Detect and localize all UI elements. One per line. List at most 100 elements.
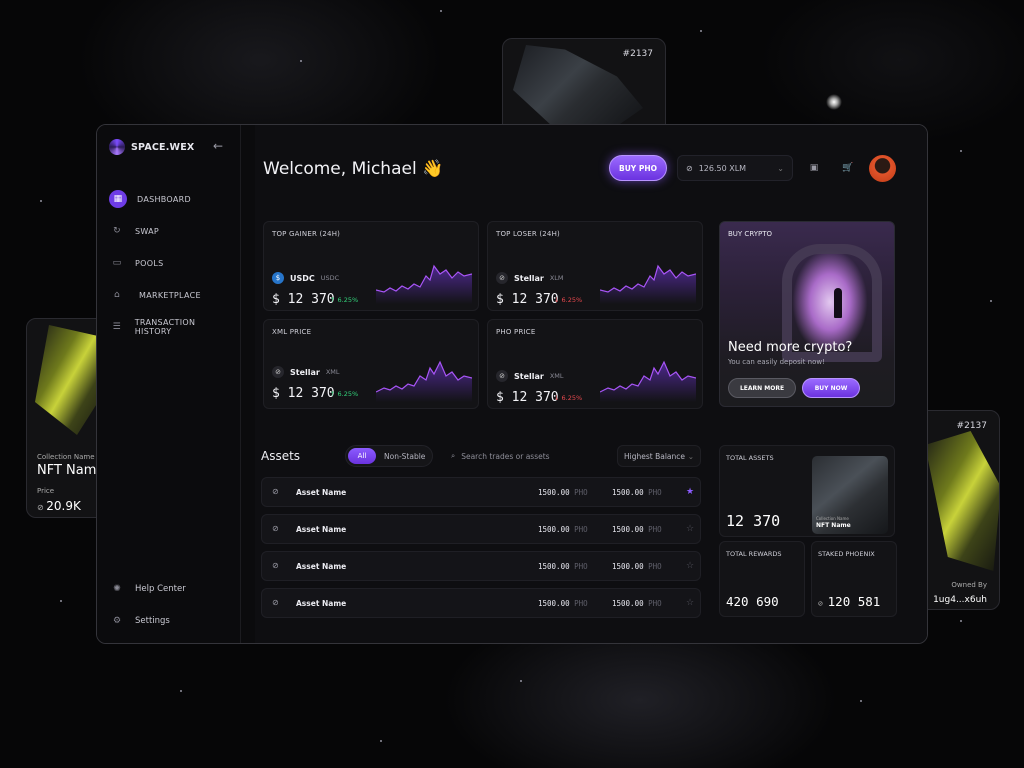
nft-id-label: #2137 — [956, 421, 987, 431]
nft-thumbnail[interactable]: Collection Name NFT Name — [812, 456, 888, 534]
asset-balance-value: 1500.00 — [538, 488, 570, 497]
stellar-icon: ⊘ — [496, 370, 508, 382]
sort-dropdown[interactable]: Highest Balance ⌄ — [617, 445, 701, 467]
nft-collection-label: Collection Name — [816, 516, 849, 521]
price-change: ↓ 6.25% — [554, 296, 583, 304]
avatar[interactable] — [869, 155, 896, 182]
asset-value-amount: 1500.00 — [612, 599, 644, 608]
staked-phoenix-card: STAKED PHOENIX ⊘ 120 581 — [811, 541, 897, 617]
card-title: TOP GAINER (24H) — [272, 230, 341, 238]
asset-value-unit: PHO — [648, 599, 662, 608]
filter-all-button[interactable]: All — [348, 448, 376, 464]
promo-headline: Need more crypto? — [728, 340, 853, 355]
promo-title: BUY CRYPTO — [728, 230, 773, 238]
total-rewards-label: TOTAL REWARDS — [726, 550, 782, 558]
learn-more-button[interactable]: LEARN MORE — [728, 378, 796, 398]
total-assets-value: 12 370 — [726, 512, 781, 530]
asset-value-amount: 1500.00 — [612, 525, 644, 534]
stellar-icon: ⊘ — [686, 163, 693, 173]
search-field[interactable]: ⌕ Search trades or assets — [445, 445, 613, 467]
help-icon: ✺ — [113, 584, 121, 594]
sparkline-chart — [600, 360, 696, 402]
asset-row[interactable]: ⊘ Asset Name 1500.00 PHO 1500.00 PHO ★ — [261, 477, 701, 507]
chevron-down-icon: ⌄ — [687, 451, 694, 461]
asset-balance-unit: PHO — [574, 562, 588, 571]
stellar-icon: ⊘ — [272, 561, 279, 570]
floating-nft-card-top[interactable]: #2137 — [502, 38, 666, 138]
token-price: $ 12 370 — [496, 292, 559, 307]
sidebar-nav: ▦ DASHBOARD ↻ SWAP ▭ POOLS ⌂ MARKETPLACE… — [109, 183, 233, 343]
nft-price: ⊘ 20.9K — [37, 499, 81, 513]
cart-icon[interactable]: 🛒 — [839, 159, 857, 177]
sidebar-item-settings[interactable]: ⚙ Settings — [109, 605, 233, 637]
floating-nft-card-left[interactable]: Collection Name NFT Name Price ⊘ 20.9K — [26, 318, 106, 518]
asset-filter-toggle: All Non-Stable — [345, 445, 433, 467]
stat-card-xml-price[interactable]: XML PRICE ⊘ Stellar XML $ 12 370 ↑ 6.25% — [263, 319, 479, 409]
filter-nonstable-button[interactable]: Non-Stable — [384, 452, 425, 461]
stat-card-top-gainer[interactable]: TOP GAINER (24H) $ USDC USDC $ 12 370 ↑ … — [263, 221, 479, 311]
wallet-selector[interactable]: ⊘ 126.50 XLM ⌄ — [677, 155, 793, 181]
star-icon[interactable]: ☆ — [686, 561, 694, 571]
price-label: Price — [37, 487, 55, 495]
token-price: $ 12 370 — [496, 390, 559, 405]
asset-row[interactable]: ⊘ Asset Name 1500.00 PHO 1500.00 PHO ☆ — [261, 588, 701, 618]
sort-value: Highest Balance — [624, 451, 685, 461]
asset-value-unit: PHO — [648, 562, 662, 571]
sidebar: SPACE.WEX ← ▦ DASHBOARD ↻ SWAP ▭ POOLS ⌂… — [97, 125, 241, 643]
sidebar-item-dashboard[interactable]: ▦ DASHBOARD — [109, 183, 233, 215]
token-info: ⊘ Stellar XML — [496, 370, 564, 382]
token-name: Stellar — [514, 371, 544, 381]
asset-balance-value: 1500.00 — [538, 525, 570, 534]
price-change: ↓ 6.25% — [554, 394, 583, 402]
asset-balance-unit: PHO — [574, 599, 588, 608]
asset-row[interactable]: ⊘ Asset Name 1500.00 PHO 1500.00 PHO ☆ — [261, 551, 701, 581]
sparkline-chart — [376, 264, 472, 304]
token-info: $ USDC USDC — [272, 272, 339, 284]
stat-card-pho-price[interactable]: PHO PRICE ⊘ Stellar XML $ 12 370 ↓ 6.25% — [487, 319, 703, 409]
sidebar-item-marketplace[interactable]: ⌂ MARKETPLACE — [109, 279, 233, 311]
app-window: SPACE.WEX ← ▦ DASHBOARD ↻ SWAP ▭ POOLS ⌂… — [96, 124, 928, 644]
token-name: Stellar — [290, 367, 320, 377]
star-icon[interactable]: ☆ — [686, 524, 694, 534]
staked-phoenix-value: ⊘ 120 581 — [818, 594, 880, 609]
usdc-icon: $ — [272, 272, 284, 284]
nft-price-value: 20.9K — [46, 499, 81, 513]
pools-icon: ▭ — [112, 258, 122, 268]
stellar-icon: ⊘ — [37, 503, 47, 512]
collapse-arrow-icon[interactable]: ← — [213, 139, 223, 153]
brand[interactable]: SPACE.WEX — [109, 139, 194, 155]
sidebar-item-pools[interactable]: ▭ POOLS — [109, 247, 233, 279]
sidebar-item-transaction-history[interactable]: ☰ TRANSACTION HISTORY — [109, 311, 233, 343]
brand-logo-icon — [109, 139, 125, 155]
asset-value: 1500.00 PHO — [612, 525, 662, 534]
buy-now-button[interactable]: BUY NOW — [802, 378, 860, 398]
nft-name: NFT Name — [37, 463, 105, 478]
sidebar-item-help-center[interactable]: ✺ Help Center — [109, 573, 233, 605]
sidebar-item-label: Settings — [135, 616, 170, 626]
sidebar-item-swap[interactable]: ↻ SWAP — [109, 215, 233, 247]
nft-id-label: #2137 — [622, 49, 653, 59]
search-input[interactable]: Search trades or assets — [461, 452, 549, 461]
list-icon: ☰ — [112, 322, 122, 332]
stat-card-top-loser[interactable]: TOP LOSER (24H) ⊘ Stellar XLM $ 12 370 ↓… — [487, 221, 703, 311]
total-rewards-value: 420 690 — [726, 594, 779, 609]
asset-name: Asset Name — [296, 562, 347, 571]
token-name: USDC — [290, 273, 315, 283]
promo-subtitle: You can easily deposit now! — [728, 358, 825, 366]
wallet-icon[interactable]: ▣ — [805, 159, 823, 177]
asset-balance-unit: PHO — [574, 488, 588, 497]
staked-phoenix-label: STAKED PHOENIX — [818, 550, 875, 558]
floating-nft-card-right[interactable]: #2137 Owned By 1ug4...x6uh — [918, 410, 1000, 610]
asset-value: 1500.00 PHO — [612, 562, 662, 571]
total-assets-card: TOTAL ASSETS 12 370 Collection Name NFT … — [719, 445, 895, 537]
page-title: Welcome, Michael 👋 — [263, 159, 444, 179]
star-icon[interactable]: ☆ — [686, 598, 694, 608]
asset-row[interactable]: ⊘ Asset Name 1500.00 PHO 1500.00 PHO ☆ — [261, 514, 701, 544]
token-price: $ 12 370 — [272, 386, 335, 401]
buy-crypto-promo: BUY CRYPTO Need more crypto? You can eas… — [719, 221, 895, 407]
buy-pho-button[interactable]: BUY PHO — [609, 155, 667, 181]
star-icon[interactable]: ★ — [686, 487, 694, 497]
main-content: Welcome, Michael 👋 BUY PHO ⊘ 126.50 XLM … — [255, 125, 927, 643]
search-icon: ⌕ — [451, 451, 456, 460]
sidebar-item-label: DASHBOARD — [137, 194, 191, 204]
